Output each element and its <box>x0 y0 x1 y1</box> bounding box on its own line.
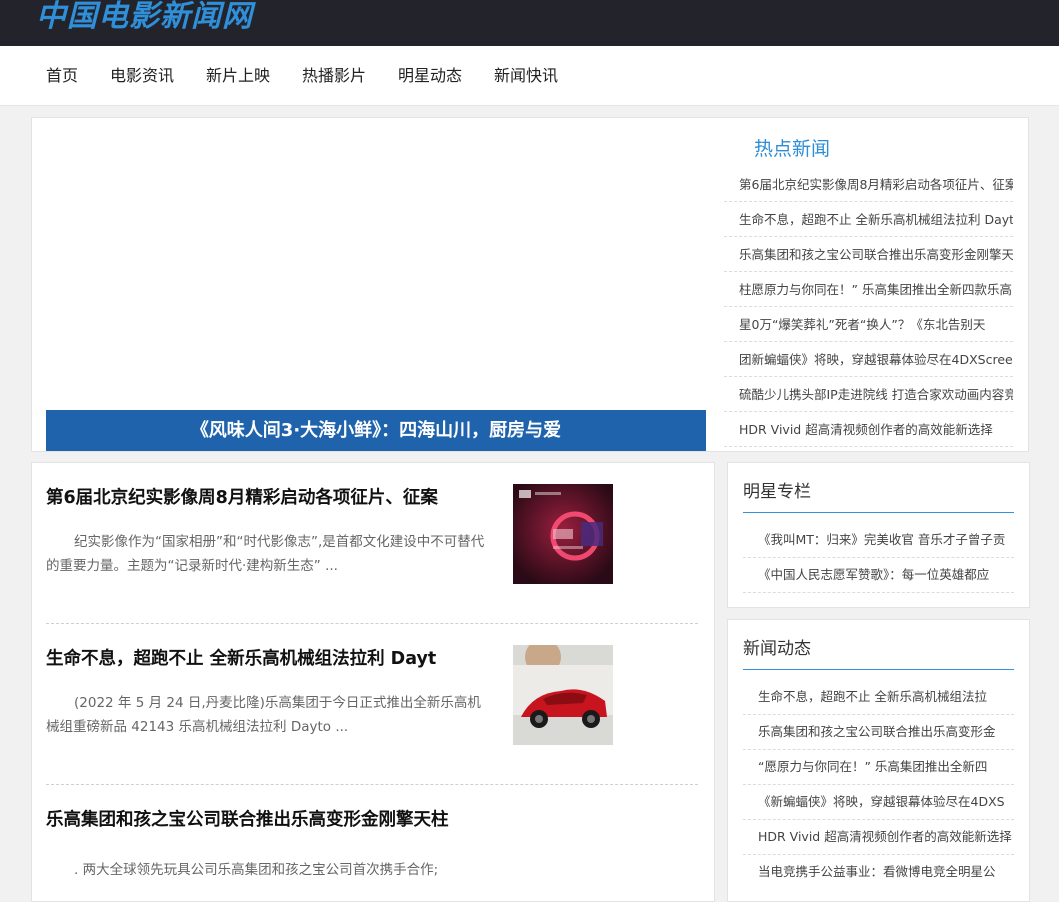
hot-news-item[interactable]: 生命不息，超跑不止 全新乐高机械组法拉利 Dayto <box>724 203 1013 237</box>
article-item: 第6届北京纪实影像周8月精彩启动各项征片、征案 纪实影像作为“国家相册”和“时代… <box>46 484 698 594</box>
nav-hot-movies[interactable]: 热播影片 <box>302 46 366 105</box>
article-thumbnail[interactable] <box>513 645 613 745</box>
hot-news-item[interactable]: 团新蝙蝠侠》将映，穿越银幕体验尽在4DXScreen <box>724 343 1013 377</box>
news-dynamic-item[interactable]: HDR Vivid 超高清视频创作者的高效能新选择 <box>743 820 1014 855</box>
news-dynamic-item[interactable]: 生命不息，超跑不止 全新乐高机械组法拉 <box>743 680 1014 715</box>
news-dynamic-item[interactable]: 当电竞携手公益事业：看微博电竞全明星公 <box>743 855 1014 890</box>
news-dynamic-item[interactable]: “愿原力与你同在！” 乐高集团推出全新四 <box>743 750 1014 785</box>
nav-star-news[interactable]: 明星动态 <box>398 46 462 105</box>
hot-news-title: 热点新闻 <box>754 138 831 160</box>
divider <box>46 784 698 785</box>
star-column-item[interactable]: 《我叫MT：归来》完美收官 音乐才子曾子贡 <box>743 523 1014 558</box>
news-dynamic-item[interactable]: 《新蝙蝠侠》将映，穿越银幕体验尽在4DXS <box>743 785 1014 820</box>
article-thumbnail[interactable] <box>513 484 613 584</box>
nav-movie-info[interactable]: 电影资讯 <box>110 46 174 105</box>
article-item: 生命不息，超跑不止 全新乐高机械组法拉利 Dayt (2022 年 5 月 24… <box>46 645 698 755</box>
article-item: 乐高集团和孩之宝公司联合推出乐高变形金刚擎天柱 . 两大全球领先玩具公司乐高集团… <box>46 806 698 884</box>
hot-news-item[interactable]: 星0万“爆笑葬礼”死者“换人”？《东北告别天 <box>724 308 1013 342</box>
hot-news-item[interactable]: HDR Vivid 超高清视频创作者的高效能新选择 <box>724 413 1013 447</box>
star-column-title: 明星专栏 <box>743 482 811 502</box>
hot-news-item[interactable]: 乐高集团和孩之宝公司联合推出乐高变形金刚擎天 <box>724 238 1013 272</box>
nav-home[interactable]: 首页 <box>46 46 78 105</box>
article-title[interactable]: 第6届北京纪实影像周8月精彩启动各项征片、征案 <box>46 484 496 509</box>
star-column-item[interactable]: 《中国人民志愿军赞歌》：每一位英雄都应 <box>743 558 1014 593</box>
site-logo[interactable]: 中国电影新闻网 <box>36 0 253 36</box>
article-title[interactable]: 生命不息，超跑不止 全新乐高机械组法拉利 Dayt <box>46 645 496 670</box>
article-excerpt: 纪实影像作为“国家相册”和“时代影像志”,是首都文化建设中不可替代的重要力量。主… <box>46 534 485 574</box>
news-dynamic-underline <box>743 669 1014 670</box>
news-dynamic-title: 新闻动态 <box>743 639 811 659</box>
feature-slider[interactable]: 《风味人间3·大海小鲜》：四海山川，厨房与爱 <box>46 131 706 451</box>
hot-news-item[interactable]: 柱愿原力与你同在！” 乐高集团推出全新四款乐高 <box>724 273 1013 307</box>
article-title[interactable]: 乐高集团和孩之宝公司联合推出乐高变形金刚擎天柱 <box>46 806 496 831</box>
nav-new-releases[interactable]: 新片上映 <box>206 46 270 105</box>
star-column-underline <box>743 512 1014 513</box>
top-bar: 中国电影新闻网 <box>0 0 1059 46</box>
article-excerpt: (2022 年 5 月 24 日,丹麦比隆)乐高集团于今日正式推出全新乐高机械组… <box>46 695 481 735</box>
divider <box>46 623 698 624</box>
main-nav: 首页 电影资讯 新片上映 热播影片 明星动态 新闻快讯 <box>0 46 1059 106</box>
hot-news-item[interactable]: 第6届北京纪实影像周8月精彩启动各项征片、征案 <box>724 168 1013 202</box>
article-excerpt: . 两大全球领先玩具公司乐高集团和孩之宝公司首次携手合作; <box>74 862 439 878</box>
slider-caption[interactable]: 《风味人间3·大海小鲜》：四海山川，厨房与爱 <box>46 410 706 451</box>
nav-news-flash[interactable]: 新闻快讯 <box>494 46 558 105</box>
hot-news-item[interactable]: 硫酷少儿携头部IP走进院线 打造合家欢动画内容竞 <box>724 378 1013 412</box>
news-dynamic-item[interactable]: 乐高集团和孩之宝公司联合推出乐高变形金 <box>743 715 1014 750</box>
